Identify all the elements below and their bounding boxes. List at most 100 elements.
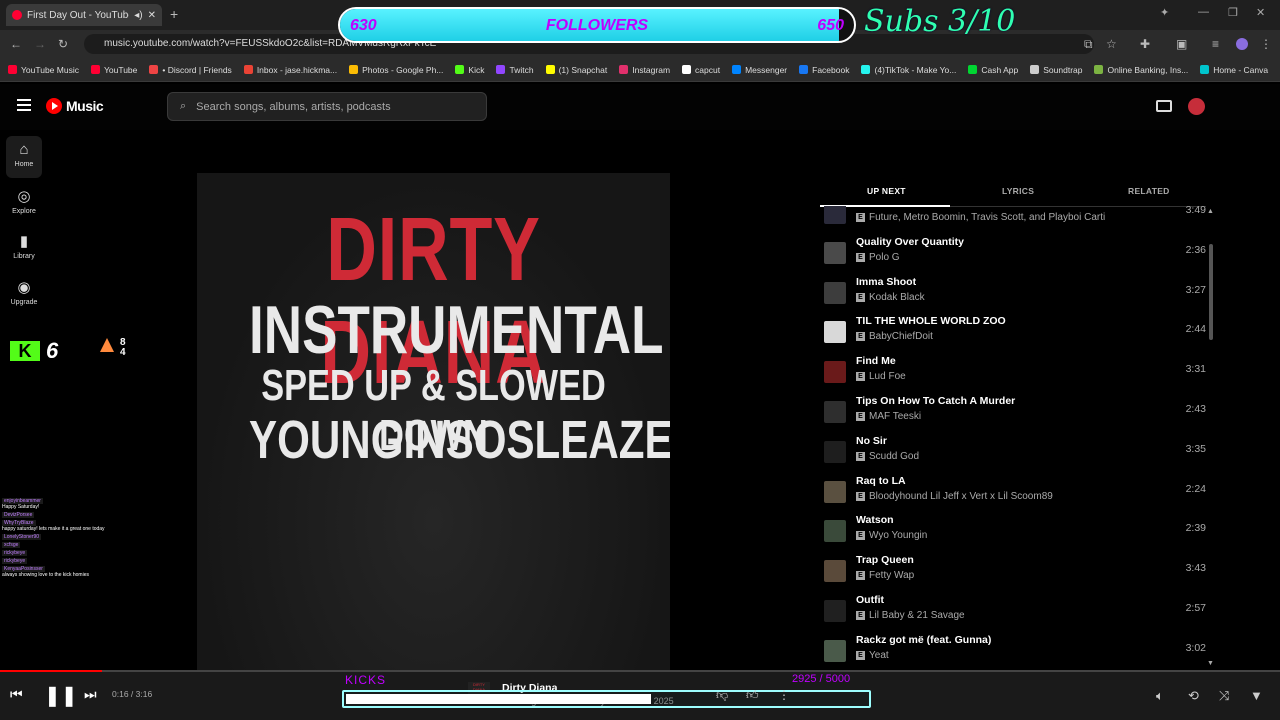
ytm-logo[interactable]: Music	[46, 98, 104, 114]
followers-goal-bar: 630 FOLLOWERS 650	[338, 7, 856, 43]
queue-item-thumbnail	[824, 639, 846, 662]
tab-related[interactable]: RELATED	[1128, 186, 1170, 196]
bookmark-item[interactable]: Photos - Google Ph...	[349, 65, 443, 75]
next-icon[interactable]: ⏭	[84, 686, 97, 703]
explicit-badge-icon: E	[856, 292, 865, 302]
queue-item[interactable]: Raq to LA E Bloodyhound Lil Jeff x Vert x …	[820, 472, 1206, 512]
reload-icon[interactable]: ↻	[58, 37, 68, 51]
bookmark-label: capcut	[695, 64, 721, 75]
queue-item[interactable]: Tips On How To Catch A Murder E MAF Teeski…	[820, 392, 1206, 432]
volume-icon[interactable]: 🔈︎	[1156, 688, 1164, 704]
queue-item[interactable]: Imma Shoot E Kodak Black 3:27	[820, 273, 1206, 313]
tab-close-icon[interactable]: ✕	[148, 10, 156, 21]
bookmark-item[interactable]: Kick	[455, 65, 484, 75]
extensions-star-icon[interactable]: ✦	[1160, 6, 1169, 19]
queue-item-title: TIL THE WHOLE WORLD ZOO	[856, 315, 1006, 328]
bookmark-favicon-icon	[1094, 65, 1104, 74]
scroll-up-icon[interactable]: ▲	[1207, 208, 1214, 215]
ytm-sidebar: ⌂ Home ◎ Explore ▮ Library ◉ Upgrade	[0, 130, 48, 670]
repeat-icon[interactable]: ⟲	[1188, 688, 1199, 704]
bookmark-item[interactable]: Facebook	[799, 65, 849, 75]
kicks-goal-fill	[346, 694, 651, 704]
scroll-down-icon[interactable]: ▼	[1207, 660, 1214, 667]
downloads-icon[interactable]: ≡	[1212, 37, 1219, 51]
bookmark-item[interactable]: (1) Snapchat	[545, 65, 607, 75]
more-options-icon[interactable]: ⋮	[778, 688, 790, 702]
queue-item-duration: 2:43	[1185, 403, 1206, 415]
queue-item-duration: 3:31	[1185, 363, 1206, 376]
queue-item-title: Trap Queen	[856, 554, 914, 567]
expand-player-icon[interactable]: ▼	[1250, 688, 1263, 703]
sidebar-item-label: Library	[13, 253, 35, 260]
queue-item[interactable]: TIL THE WHOLE WORLD ZOO E BabyChiefDoit 2:4…	[820, 312, 1206, 352]
bookmark-item[interactable]: (4)TikTok - Make Yo...	[861, 65, 956, 75]
browser-menu-icon[interactable]: ⋮	[1260, 37, 1272, 51]
restore-icon[interactable]: ❐	[1228, 6, 1238, 19]
bookmark-star-icon[interactable]: ☆	[1106, 37, 1117, 51]
minimize-icon[interactable]: —	[1198, 6, 1209, 18]
dislike-icon[interactable]: 👎︎	[716, 688, 728, 703]
browser-tab-title: First Day Out - YouTube Mu	[27, 9, 129, 21]
tab-audio-icon[interactable]: ◂)	[134, 10, 142, 21]
explicit-badge-icon: E	[856, 372, 865, 382]
followers-goal: 650	[817, 17, 844, 34]
bookmark-label: YouTube	[103, 64, 138, 75]
shuffle-icon[interactable]: ⤨	[1219, 688, 1229, 704]
bookmark-label: Twitch	[509, 64, 534, 75]
bookmark-item[interactable]: Inbox - jase.hickma...	[243, 64, 338, 75]
bookmark-item[interactable]: Cash App	[968, 65, 1018, 75]
bookmark-item[interactable]: Online Banking, Ins...	[1094, 65, 1188, 75]
bookmark-item[interactable]: Soundtrap	[1030, 65, 1082, 75]
search-input[interactable]: ⌕ Search songs, albums, artists, podcast…	[167, 92, 487, 121]
tab-lyrics[interactable]: LYRICS	[1002, 186, 1034, 196]
queue-item[interactable]: Outfit E Lil Baby & 21 Savage 2:57	[820, 591, 1206, 631]
hamburger-menu-icon[interactable]	[17, 99, 31, 111]
bookmark-item[interactable]: capcut	[682, 65, 720, 75]
back-icon[interactable]: ←	[10, 37, 22, 51]
bookmark-label: • Discord | Friends	[162, 64, 232, 75]
queue-item[interactable]: Trap Queen E Fetty Wap 3:43	[820, 551, 1206, 591]
sidebar-item-library[interactable]: ▮ Library	[6, 227, 42, 269]
pause-icon[interactable]: ❚❚	[44, 683, 78, 708]
bookmark-favicon-icon	[861, 65, 871, 74]
browser-tab[interactable]: First Day Out - YouTube Mu ◂) ✕	[6, 4, 162, 26]
bookmark-item[interactable]: YouTube	[90, 64, 138, 75]
tab-up-next[interactable]: UP NEXT	[867, 186, 906, 196]
queue-item[interactable]: E Future, Metro Boomin, Travis Scott, and…	[820, 206, 1206, 233]
explicit-badge-icon: E	[856, 491, 865, 501]
forward-icon[interactable]: →	[34, 37, 46, 51]
bookmark-item[interactable]: • Discord | Friends	[149, 64, 232, 75]
sidebar-item-home[interactable]: ⌂ Home	[6, 136, 42, 178]
song-progress-bar[interactable]	[0, 670, 1280, 672]
bookmark-item[interactable]: Messenger	[732, 65, 787, 75]
bookmark-favicon-icon	[619, 65, 629, 74]
cast-icon[interactable]	[1156, 100, 1172, 112]
profile-avatar[interactable]	[1236, 38, 1248, 50]
bookmark-item[interactable]: Instagram	[619, 65, 670, 75]
queue-item-thumbnail	[824, 560, 846, 583]
queue-item[interactable]: Rackz got më (feat. Gunna) E Yeat 3:02	[820, 631, 1206, 670]
queue-item[interactable]: Find Me E Lud Foe 3:31	[820, 352, 1206, 392]
queue-item[interactable]: Watson E Wyo Youngin 2:39	[820, 511, 1206, 551]
bookmark-item[interactable]: YouTube Music	[8, 65, 79, 75]
queue-item-title: No Sir	[856, 434, 887, 447]
like-icon[interactable]: 👍︎	[746, 688, 759, 703]
install-icon[interactable]: ⧉	[1084, 37, 1093, 52]
bookmark-label: Home - Canva	[1213, 64, 1269, 75]
bookmark-item[interactable]: Twitch	[496, 64, 534, 75]
close-window-icon[interactable]: ✕	[1256, 6, 1265, 19]
sidebar-item-explore[interactable]: ◎ Explore	[6, 182, 42, 224]
sidepanel-icon[interactable]: ▣	[1176, 37, 1187, 51]
extensions-icon[interactable]: ✚	[1140, 37, 1150, 51]
sidebar-item-upgrade[interactable]: ◉ Upgrade	[6, 273, 42, 315]
queue-item[interactable]: Quality Over Quantity E Polo G 2:36	[820, 233, 1206, 273]
new-tab-icon[interactable]: +	[170, 6, 178, 22]
bookmark-item[interactable]: Home - Canva	[1200, 65, 1268, 75]
queue-item[interactable]: No Sir E Scudd God 3:35	[820, 432, 1206, 472]
queue-item-thumbnail	[824, 600, 846, 622]
account-avatar[interactable]	[1188, 98, 1205, 115]
previous-icon[interactable]: ⏮	[10, 686, 23, 703]
queue-scrollbar[interactable]	[1209, 244, 1213, 340]
bookmark-label: Inbox - jase.hickma...	[256, 64, 338, 75]
queue-item-artist: BabyChiefDoit	[869, 331, 933, 343]
